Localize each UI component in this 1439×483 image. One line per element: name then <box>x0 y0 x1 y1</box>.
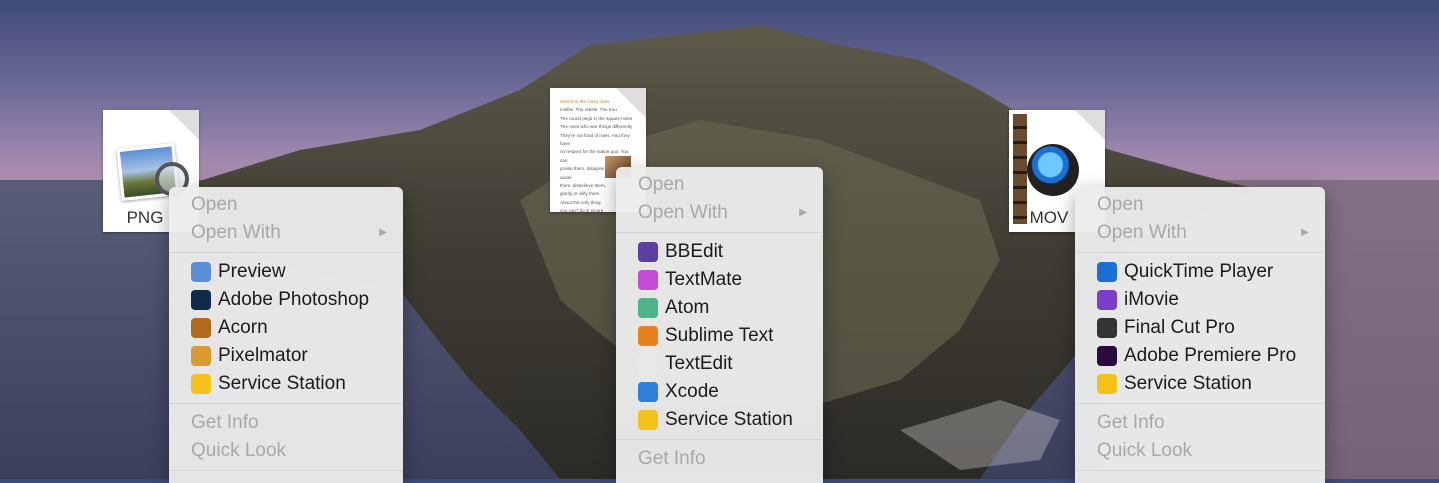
menu-item-label: Preview <box>218 261 286 282</box>
sublime-text-icon <box>638 326 658 346</box>
menu-item-label: Service Station <box>1124 373 1252 394</box>
png-file-extension: PNG <box>126 208 164 227</box>
menu-item-open[interactable]: Open <box>616 171 823 199</box>
menu-item-xcode[interactable]: Xcode <box>616 378 823 406</box>
quicktime-logo-icon <box>1027 144 1079 196</box>
premiere-pro-icon <box>1097 346 1117 366</box>
mov-context-menu: Open Open With ▶ QuickTime Player iMovie Fi… <box>1075 187 1325 483</box>
menu-item-preview[interactable]: Preview <box>169 258 403 286</box>
menu-item-textmate[interactable]: TextMate <box>616 266 823 294</box>
menu-item-label: QuickTime Player <box>1124 261 1274 282</box>
menu-item-label: Pixelmator <box>218 345 308 366</box>
mov-file-extension: MOV <box>1029 208 1069 227</box>
service-station-icon <box>1097 374 1117 394</box>
menu-item-label: TextEdit <box>665 353 733 374</box>
menu-item-quicktime[interactable]: QuickTime Player <box>1075 258 1325 286</box>
textedit-icon <box>638 354 658 374</box>
menu-item-open[interactable]: Open <box>169 191 403 219</box>
text-app-list: BBEdit TextMate Atom Sublime Text TextEdit Xc… <box>616 238 823 434</box>
menu-item-textedit[interactable]: TextEdit <box>616 350 823 378</box>
final-cut-pro-icon <box>1097 318 1117 338</box>
menu-item-label: Atom <box>665 297 710 318</box>
menu-item-service-station[interactable]: Service Station <box>169 370 403 398</box>
text-preview-line: misfits. The rebels. The trou <box>560 107 617 113</box>
menu-item-get-info[interactable]: Get Info <box>1075 409 1325 437</box>
menu-item-open[interactable]: Open <box>1075 191 1325 219</box>
submenu-arrow-icon: ▶ <box>1301 227 1309 238</box>
text-preview-line: The ones who see things differently <box>560 124 633 130</box>
film-strip-icon <box>1013 114 1027 224</box>
menu-item-imovie[interactable]: iMovie <box>1075 286 1325 314</box>
menu-item-service-station[interactable]: Service Station <box>616 406 823 434</box>
mov-app-list: QuickTime Player iMovie Final Cut Pro Adobe… <box>1075 258 1325 398</box>
menu-separator <box>616 439 823 440</box>
menu-item-open-with[interactable]: Open With ▶ <box>1075 219 1325 247</box>
menu-item-final-cut-pro[interactable]: Final Cut Pro <box>1075 314 1325 342</box>
menu-separator <box>1075 403 1325 404</box>
menu-separator <box>169 403 403 404</box>
png-app-list: Preview Adobe Photoshop Acorn Pixelmator Ser… <box>169 258 403 398</box>
menu-item-photoshop[interactable]: Adobe Photoshop <box>169 286 403 314</box>
menu-separator <box>169 252 403 253</box>
photoshop-icon <box>191 290 211 310</box>
atom-icon <box>638 298 658 318</box>
menu-item-premiere-pro[interactable]: Adobe Premiere Pro <box>1075 342 1325 370</box>
menu-item-open-with[interactable]: Open With ▶ <box>616 199 823 227</box>
text-preview-line: Here's to the crazy ones <box>560 99 610 104</box>
menu-separator <box>616 232 823 233</box>
preview-icon <box>191 262 211 282</box>
xcode-icon <box>638 382 658 402</box>
menu-item-label: Adobe Photoshop <box>218 289 370 310</box>
text-context-menu: Open Open With ▶ BBEdit TextMate Atom Sublim… <box>616 167 823 483</box>
service-station-icon <box>638 410 658 430</box>
menu-item-label: Service Station <box>665 409 793 430</box>
menu-item-atom[interactable]: Atom <box>616 294 823 322</box>
menu-item-label: Adobe Premiere Pro <box>1124 345 1297 366</box>
menu-item-label: Service Station <box>218 373 346 394</box>
menu-item-label: Acorn <box>218 317 268 338</box>
menu-item-bbedit[interactable]: BBEdit <box>616 238 823 266</box>
service-station-icon <box>191 374 211 394</box>
png-context-menu: Open Open With ▶ Preview Adobe Photoshop Ac… <box>169 187 403 483</box>
menu-item-label: Xcode <box>665 381 719 402</box>
menu-item-label: Sublime Text <box>665 325 774 346</box>
menu-item-open-with[interactable]: Open With ▶ <box>169 219 403 247</box>
menu-item-label: TextMate <box>665 269 743 290</box>
textmate-icon <box>638 270 658 290</box>
menu-separator <box>1075 470 1325 471</box>
text-preview-line: The round pegs in the square holes <box>560 115 633 121</box>
menu-item-pixelmator[interactable]: Pixelmator <box>169 342 403 370</box>
menu-separator <box>1075 252 1325 253</box>
menu-item-get-info[interactable]: Get Info <box>169 409 403 437</box>
menu-item-label: iMovie <box>1124 289 1179 310</box>
acorn-icon <box>191 318 211 338</box>
menu-item-quick-look[interactable]: Quick Look <box>1075 437 1325 465</box>
menu-item-acorn[interactable]: Acorn <box>169 314 403 342</box>
menu-separator <box>169 470 403 471</box>
imovie-icon <box>1097 290 1117 310</box>
submenu-arrow-icon: ▶ <box>799 207 807 218</box>
text-preview-line: They're not fond of rules. And they have <box>560 132 630 147</box>
menu-item-sublime-text[interactable]: Sublime Text <box>616 322 823 350</box>
bbedit-icon <box>638 242 658 262</box>
menu-item-get-info[interactable]: Get Info <box>616 445 823 473</box>
quicktime-icon <box>1097 262 1117 282</box>
menu-item-quick-look[interactable]: Quick Look <box>169 437 403 465</box>
menu-item-label: BBEdit <box>665 241 724 262</box>
submenu-arrow-icon: ▶ <box>379 227 387 238</box>
menu-item-service-station[interactable]: Service Station <box>1075 370 1325 398</box>
menu-item-label: Final Cut Pro <box>1124 317 1235 338</box>
pixelmator-icon <box>191 346 211 366</box>
